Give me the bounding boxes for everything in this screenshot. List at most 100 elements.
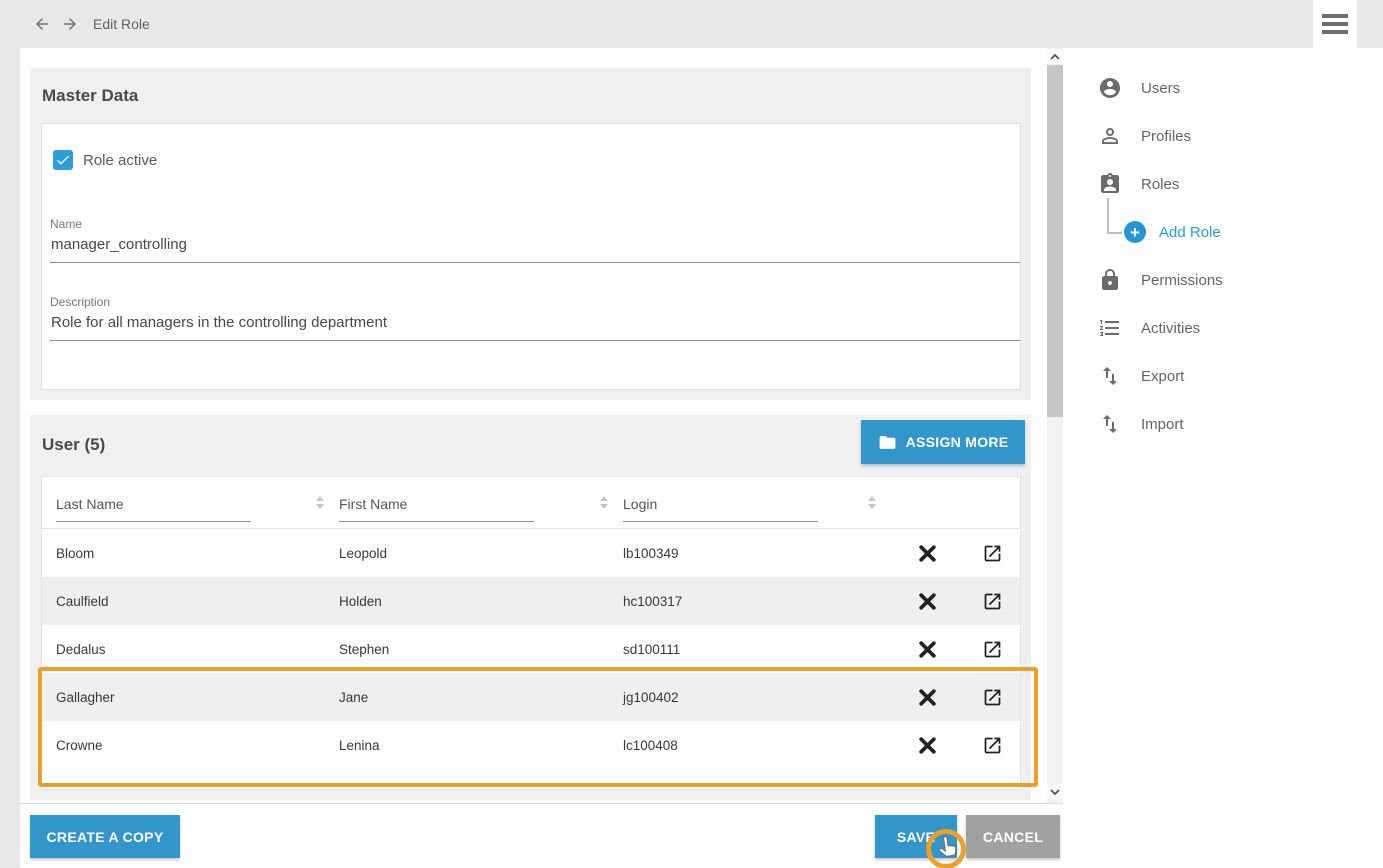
cell-first-name: Holden (339, 594, 623, 609)
table-row[interactable]: Caulfield Holden hc100317 (42, 577, 1020, 625)
cell-first-name: Lenina (339, 738, 623, 753)
delete-x-icon (917, 591, 938, 612)
open-user-button[interactable] (980, 540, 1006, 566)
open-user-button[interactable] (980, 588, 1006, 614)
chevron-down-icon (1050, 789, 1060, 795)
sidebar-item-import[interactable]: Import (1063, 400, 1383, 448)
sidebar-item-export[interactable]: Export (1063, 352, 1383, 400)
footer-divider (20, 803, 1063, 804)
account-circle-icon (1098, 76, 1122, 100)
cell-login: sd100111 (623, 642, 891, 657)
column-header-login[interactable]: Login (623, 477, 891, 528)
open-user-button[interactable] (980, 684, 1006, 710)
description-input[interactable]: Role for all managers in the controlling… (50, 309, 1020, 341)
cell-first-name: Leopold (339, 546, 623, 561)
top-bar: Edit Role (0, 0, 1383, 48)
create-copy-button[interactable]: CREATE A COPY (30, 815, 180, 858)
sidebar-item-label: Profiles (1141, 128, 1191, 145)
cell-login: lc100408 (623, 738, 891, 753)
name-input[interactable]: manager_controlling (50, 231, 1020, 263)
column-header-first-name[interactable]: First Name (339, 477, 623, 528)
master-data-card: Role active Name manager_controlling Des… (41, 123, 1021, 390)
open-in-new-icon (982, 639, 1003, 660)
remove-user-button[interactable] (914, 588, 940, 614)
scroll-up-button[interactable] (1047, 49, 1063, 64)
remove-user-button[interactable] (914, 540, 940, 566)
open-user-button[interactable] (980, 636, 1006, 662)
cell-login: jg100402 (623, 690, 891, 705)
table-row[interactable]: Gallagher Jane jg100402 (42, 673, 1020, 721)
forward-arrow-icon[interactable] (61, 15, 79, 33)
open-in-new-icon (982, 687, 1003, 708)
folder-icon (878, 433, 897, 452)
person-outline-icon (1098, 124, 1122, 148)
sidebar-item-activities[interactable]: Activities (1063, 304, 1383, 352)
sidebar-item-users[interactable]: Users (1063, 64, 1383, 112)
cell-first-name: Stephen (339, 642, 623, 657)
assign-more-label: ASSIGN MORE (906, 434, 1009, 450)
save-button[interactable]: SAVE (875, 815, 957, 858)
user-table: Last Name First Name Login Bloom Leopold (41, 476, 1021, 790)
delete-x-icon (917, 543, 938, 564)
menu-icon (1322, 14, 1348, 18)
sidebar-item-roles[interactable]: Roles (1063, 160, 1383, 208)
sidebar-item-profiles[interactable]: Profiles (1063, 112, 1383, 160)
cell-login: lb100349 (623, 546, 891, 561)
add-circle-icon: + (1124, 221, 1146, 243)
import-export-icon (1098, 364, 1122, 388)
open-user-button[interactable] (980, 732, 1006, 758)
sort-icon[interactable] (867, 495, 877, 510)
import-export-icon (1098, 412, 1122, 436)
master-data-title: Master Data (42, 86, 138, 106)
open-in-new-icon (982, 543, 1003, 564)
sidebar-item-label: Users (1141, 80, 1180, 97)
cell-login: hc100317 (623, 594, 891, 609)
remove-user-button[interactable] (914, 732, 940, 758)
remove-user-button[interactable] (914, 684, 940, 710)
menu-button[interactable] (1313, 0, 1357, 48)
sidebar-item-label: Add Role (1159, 224, 1221, 241)
name-field: Name manager_controlling (50, 217, 1020, 263)
open-in-new-icon (982, 735, 1003, 756)
cell-first-name: Jane (339, 690, 623, 705)
lock-icon (1098, 268, 1122, 292)
cell-last-name: Caulfield (56, 594, 339, 609)
open-in-new-icon (982, 591, 1003, 612)
sidebar-item-label: Activities (1141, 320, 1200, 337)
description-field: Description Role for all managers in the… (50, 295, 1020, 341)
scroll-down-button[interactable] (1047, 784, 1063, 799)
remove-user-button[interactable] (914, 636, 940, 662)
scrollbar-thumb[interactable] (1047, 65, 1063, 417)
sidebar-item-add-role[interactable]: + Add Role (1063, 208, 1383, 256)
cell-last-name: Crowne (56, 738, 339, 753)
description-field-label: Description (50, 295, 1020, 309)
numbered-list-icon (1098, 316, 1122, 340)
checkbox-checked-icon (53, 150, 73, 170)
sidebar-item-label: Roles (1141, 176, 1179, 193)
vertical-scrollbar[interactable] (1047, 48, 1063, 803)
assign-more-button[interactable]: ASSIGN MORE (861, 420, 1025, 464)
role-active-label: Role active (83, 152, 157, 169)
cell-last-name: Dedalus (56, 642, 339, 657)
sort-icon[interactable] (599, 495, 609, 510)
sidebar-item-label: Import (1141, 416, 1184, 433)
role-active-checkbox[interactable]: Role active (53, 150, 157, 170)
delete-x-icon (917, 639, 938, 660)
sidebar-item-label: Export (1141, 368, 1184, 385)
cell-last-name: Bloom (56, 546, 339, 561)
table-body: Bloom Leopold lb100349 Caulfield Holden … (42, 529, 1020, 769)
page-title: Edit Role (93, 16, 150, 32)
user-section-title: User (5) (42, 435, 105, 455)
delete-x-icon (917, 687, 938, 708)
sidebar-item-permissions[interactable]: Permissions (1063, 256, 1383, 304)
cancel-button[interactable]: CANCEL (966, 815, 1060, 858)
table-row[interactable]: Dedalus Stephen sd100111 (42, 625, 1020, 673)
name-field-label: Name (50, 217, 1020, 231)
table-row[interactable]: Bloom Leopold lb100349 (42, 529, 1020, 577)
column-header-last-name[interactable]: Last Name (56, 477, 339, 528)
master-data-section: Master Data Role active Name manager_con… (30, 68, 1031, 400)
sort-icon[interactable] (315, 495, 325, 510)
table-row[interactable]: Crowne Lenina lc100408 (42, 721, 1020, 769)
back-arrow-icon[interactable] (33, 15, 51, 33)
chevron-up-icon (1050, 54, 1060, 60)
